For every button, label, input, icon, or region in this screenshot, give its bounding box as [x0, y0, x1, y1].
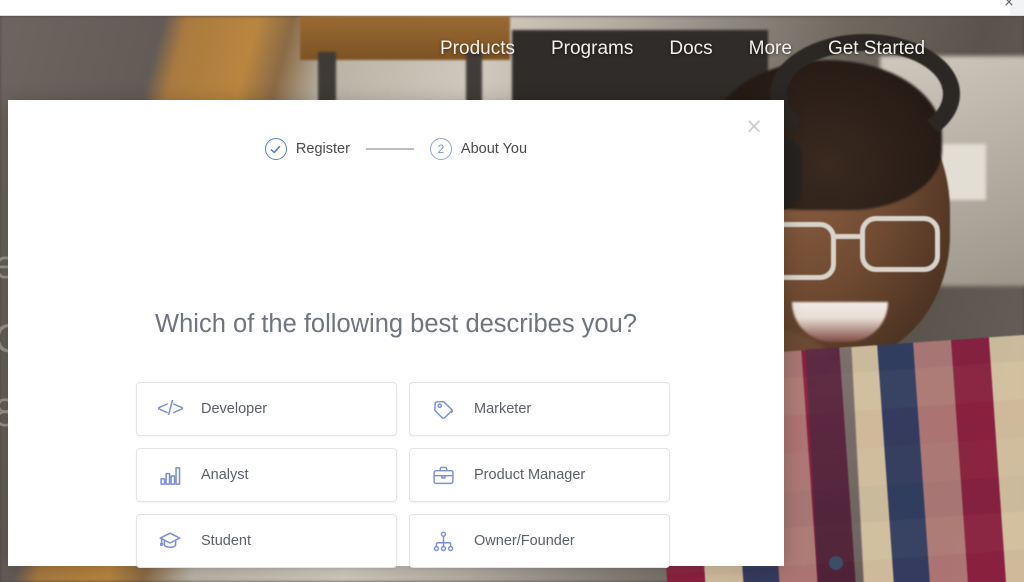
- option-analyst[interactable]: Analyst: [136, 448, 397, 502]
- step-about-you-label: About You: [460, 141, 528, 157]
- option-row-1: </> Developer Marketer: [136, 382, 670, 436]
- nav-link-products[interactable]: Products: [440, 38, 515, 60]
- briefcase-icon: [430, 462, 456, 488]
- option-marketer-label: Marketer: [474, 401, 532, 417]
- check-circle-icon: [264, 138, 287, 160]
- nav-link-programs[interactable]: Programs: [551, 38, 633, 60]
- option-row-2: Analyst Product Manager: [136, 448, 670, 502]
- photo-glasses-right-lens: [860, 216, 940, 272]
- nav-link-more[interactable]: More: [749, 38, 792, 60]
- browser-page-edge: [0, 0, 1010, 15]
- option-developer[interactable]: </> Developer: [136, 382, 397, 436]
- option-product-manager-label: Product Manager: [474, 467, 586, 483]
- browser-close-icon[interactable]: ×: [1002, 0, 1016, 10]
- registration-stepper: Register 2 About You: [8, 138, 784, 160]
- step-register-label: Register: [295, 141, 350, 157]
- option-marketer[interactable]: Marketer: [409, 382, 670, 436]
- tag-icon: [430, 396, 456, 422]
- photo-shirt-button: [829, 556, 843, 570]
- option-developer-label: Developer: [201, 401, 268, 417]
- step-register[interactable]: Register: [264, 138, 350, 160]
- step-about-you[interactable]: 2 About You: [429, 138, 528, 160]
- option-owner-founder[interactable]: Owner/Founder: [409, 514, 670, 568]
- step-number-circle-icon: 2: [429, 138, 452, 160]
- org-chart-icon: [430, 528, 456, 554]
- bar-chart-icon: [157, 462, 183, 488]
- site-navigation: Products Programs Docs More Get Started: [440, 38, 925, 60]
- screen: eC8 Products Programs Docs More Get Star…: [0, 0, 1024, 582]
- code-icon: </>: [157, 398, 184, 420]
- option-row-3: Student Owner/Founder: [136, 514, 670, 568]
- browser-chrome: ×: [0, 0, 1024, 16]
- graduation-cap-icon: [157, 528, 183, 554]
- about-you-modal: × Register 2 About You Which of the foll…: [8, 100, 784, 568]
- option-analyst-label: Analyst: [201, 467, 249, 483]
- option-product-manager[interactable]: Product Manager: [409, 448, 670, 502]
- nav-link-docs[interactable]: Docs: [669, 38, 712, 60]
- option-student[interactable]: Student: [136, 514, 397, 568]
- role-options-grid: </> Developer Marketer Analyst Product M…: [136, 270, 670, 582]
- option-student-label: Student: [201, 533, 251, 549]
- photo-glasses-bridge: [834, 234, 864, 239]
- stepper-connector: [365, 148, 414, 150]
- nav-link-get-started[interactable]: Get Started: [828, 38, 925, 60]
- step-number-label: 2: [437, 142, 445, 156]
- option-owner-founder-label: Owner/Founder: [474, 533, 575, 549]
